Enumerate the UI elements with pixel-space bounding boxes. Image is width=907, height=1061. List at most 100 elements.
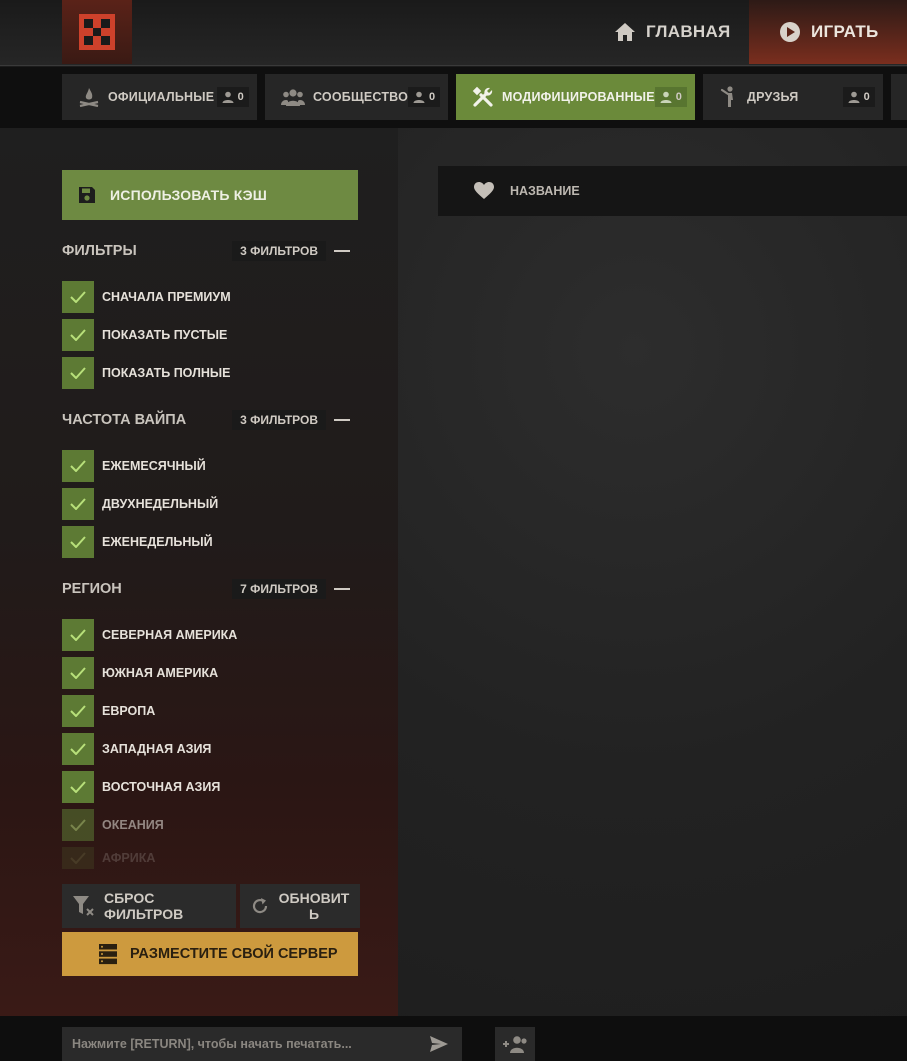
checkbox-show-empty[interactable]: ПОКАЗАТЬ ПУСТЫЕ (62, 319, 358, 351)
checkbox-label: ЗАПАДНАЯ АЗИЯ (102, 742, 212, 756)
checkbox-premium-first[interactable]: СНАЧАЛА ПРЕМИУМ (62, 281, 358, 313)
filter-group-count: 7 ФИЛЬТРОВ (232, 579, 326, 599)
column-name-header[interactable]: НАЗВАНИЕ (510, 184, 580, 198)
people-icon (281, 88, 305, 106)
checkmark-icon[interactable] (62, 319, 94, 351)
checkmark-icon[interactable] (62, 657, 94, 689)
checkmark-icon[interactable] (62, 695, 94, 727)
nav-home-button[interactable]: ГЛАВНАЯ (600, 0, 740, 64)
nav-play-button[interactable]: ИГРАТЬ (749, 0, 907, 64)
add-friend-icon (503, 1036, 527, 1053)
chat-input[interactable] (62, 1027, 462, 1061)
checkbox-label: ЕВРОПА (102, 704, 156, 718)
heart-icon[interactable] (474, 182, 494, 200)
tools-icon (472, 86, 494, 108)
filter-group-header-region[interactable]: РЕГИОН 7 ФИЛЬТРОВ (62, 578, 358, 600)
checkbox-label: ДВУХНЕДЕЛЬНЫЙ (102, 497, 219, 511)
checkbox-west-asia[interactable]: ЗАПАДНАЯ АЗИЯ (62, 733, 358, 765)
server-tab-bar: ОФИЦИАЛЬНЫЕ 0 СООБЩЕСТВО 0 МОДИФИЦИРОВАН… (0, 67, 907, 128)
checkbox-label: ПОКАЗАТЬ ПОЛНЫЕ (102, 366, 231, 380)
rust-logo[interactable] (62, 0, 132, 64)
tab-official-player-count: 0 (216, 87, 249, 107)
checkbox-europe[interactable]: ЕВРОПА (62, 695, 358, 727)
server-list-header: НАЗВАНИЕ (438, 166, 907, 216)
tab-friends-label: ДРУЗЬЯ (747, 90, 799, 104)
tab-modded[interactable]: МОДИФИЦИРОВАННЫЕ 0 (456, 74, 695, 120)
checkbox-biweekly[interactable]: ДВУХНЕДЕЛЬНЫЙ (62, 488, 358, 520)
checkmark-icon[interactable] (62, 619, 94, 651)
server-stack-icon (98, 943, 118, 965)
home-icon (615, 23, 635, 41)
tab-official-label: ОФИЦИАЛЬНЫЕ (108, 90, 215, 104)
checkmark-icon[interactable] (62, 809, 94, 841)
filter-group-count: 3 ФИЛЬТРОВ (232, 410, 326, 430)
nav-play-label: ИГРАТЬ (811, 22, 879, 41)
checkbox-oceania[interactable]: ОКЕАНИЯ (62, 809, 358, 841)
checkbox-north-america[interactable]: СЕВЕРНАЯ АМЕРИКА (62, 619, 358, 651)
checkmark-icon[interactable] (62, 357, 94, 389)
collapse-minus-icon[interactable] (334, 588, 350, 590)
filter-group-header-filters[interactable]: ФИЛЬТРЫ 3 ФИЛЬТРОВ (62, 240, 358, 262)
use-cache-label: ИСПОЛЬЗОВАТЬ КЭШ (110, 187, 268, 203)
send-icon (430, 1036, 448, 1052)
checkmark-icon[interactable] (62, 771, 94, 803)
top-bar: ГЛАВНАЯ ИГРАТЬ (0, 0, 907, 66)
filter-group-title: ФИЛЬТРЫ (62, 243, 137, 259)
tab-modded-player-count: 0 (654, 87, 688, 107)
checkbox-label: АФРИКА (102, 851, 156, 865)
floppy-disk-icon (78, 186, 96, 204)
collapse-minus-icon[interactable] (334, 419, 350, 421)
nav-home-label: ГЛАВНАЯ (646, 22, 731, 41)
checkmark-icon[interactable] (62, 450, 94, 482)
waving-person-icon (719, 86, 739, 108)
checkmark-icon[interactable] (62, 488, 94, 520)
use-cache-button[interactable]: ИСПОЛЬЗОВАТЬ КЭШ (62, 170, 358, 220)
reset-filters-button[interactable]: СБРОС ФИЛЬТРОВ (62, 884, 236, 928)
checkmark-icon[interactable] (62, 733, 94, 765)
person-icon (848, 91, 860, 103)
filter-group-header-wipe-frequency[interactable]: ЧАСТОТА ВАЙПА 3 ФИЛЬТРОВ (62, 409, 358, 431)
host-server-button[interactable]: РАЗМЕСТИТЕ СВОЙ СЕРВЕР (62, 932, 358, 976)
collapse-minus-icon[interactable] (334, 250, 350, 252)
play-icon (780, 22, 800, 42)
tab-community[interactable]: СООБЩЕСТВО 0 (265, 74, 448, 120)
tab-official[interactable]: ОФИЦИАЛЬНЫЕ 0 (62, 74, 257, 120)
tab-community-player-count: 0 (408, 87, 441, 107)
tab-overflow[interactable] (891, 74, 907, 120)
checkbox-label: ЮЖНАЯ АМЕРИКА (102, 666, 219, 680)
checkbox-label: ПОКАЗАТЬ ПУСТЫЕ (102, 328, 228, 342)
person-icon (660, 91, 672, 103)
filter-group-title: РЕГИОН (62, 581, 122, 597)
tab-modded-label: МОДИФИЦИРОВАННЫЕ (502, 90, 655, 104)
refresh-label: ОБНОВИТЬ (278, 890, 350, 922)
checkbox-monthly[interactable]: ЕЖЕМЕСЯЧНЫЙ (62, 450, 358, 482)
checkbox-label: СЕВЕРНАЯ АМЕРИКА (102, 628, 238, 642)
checkbox-label: ЕЖЕМЕСЯЧНЫЙ (102, 459, 206, 473)
reset-filters-label: СБРОС ФИЛЬТРОВ (104, 890, 184, 922)
filter-clear-icon (72, 895, 96, 917)
add-friend-button[interactable] (495, 1027, 535, 1061)
campfire-icon (78, 87, 100, 107)
refresh-icon (250, 896, 270, 916)
checkmark-icon[interactable] (62, 526, 94, 558)
person-icon (413, 91, 425, 103)
tab-friends[interactable]: ДРУЗЬЯ 0 (703, 74, 883, 120)
checkmark-icon[interactable] (62, 281, 94, 313)
checkbox-label: ВОСТОЧНАЯ АЗИЯ (102, 780, 221, 794)
checkbox-label: ЕЖЕНЕДЕЛЬНЫЙ (102, 535, 213, 549)
person-icon (222, 91, 234, 103)
checkbox-south-america[interactable]: ЮЖНАЯ АМЕРИКА (62, 657, 358, 689)
filter-group-count: 3 ФИЛЬТРОВ (232, 241, 326, 261)
host-server-label: РАЗМЕСТИТЕ СВОЙ СЕРВЕР (130, 946, 338, 962)
checkbox-east-asia[interactable]: ВОСТОЧНАЯ АЗИЯ (62, 771, 358, 803)
checkbox-africa[interactable]: АФРИКА (62, 847, 358, 869)
rust-logo-icon (79, 14, 115, 50)
checkbox-label: СНАЧАЛА ПРЕМИУМ (102, 290, 231, 304)
checkbox-label: ОКЕАНИЯ (102, 818, 164, 832)
checkmark-icon[interactable] (62, 847, 94, 869)
refresh-button[interactable]: ОБНОВИТЬ (240, 884, 360, 928)
send-button[interactable] (424, 1031, 454, 1057)
checkbox-weekly[interactable]: ЕЖЕНЕДЕЛЬНЫЙ (62, 526, 358, 558)
checkbox-show-full[interactable]: ПОКАЗАТЬ ПОЛНЫЕ (62, 357, 358, 389)
tab-friends-player-count: 0 (842, 87, 875, 107)
